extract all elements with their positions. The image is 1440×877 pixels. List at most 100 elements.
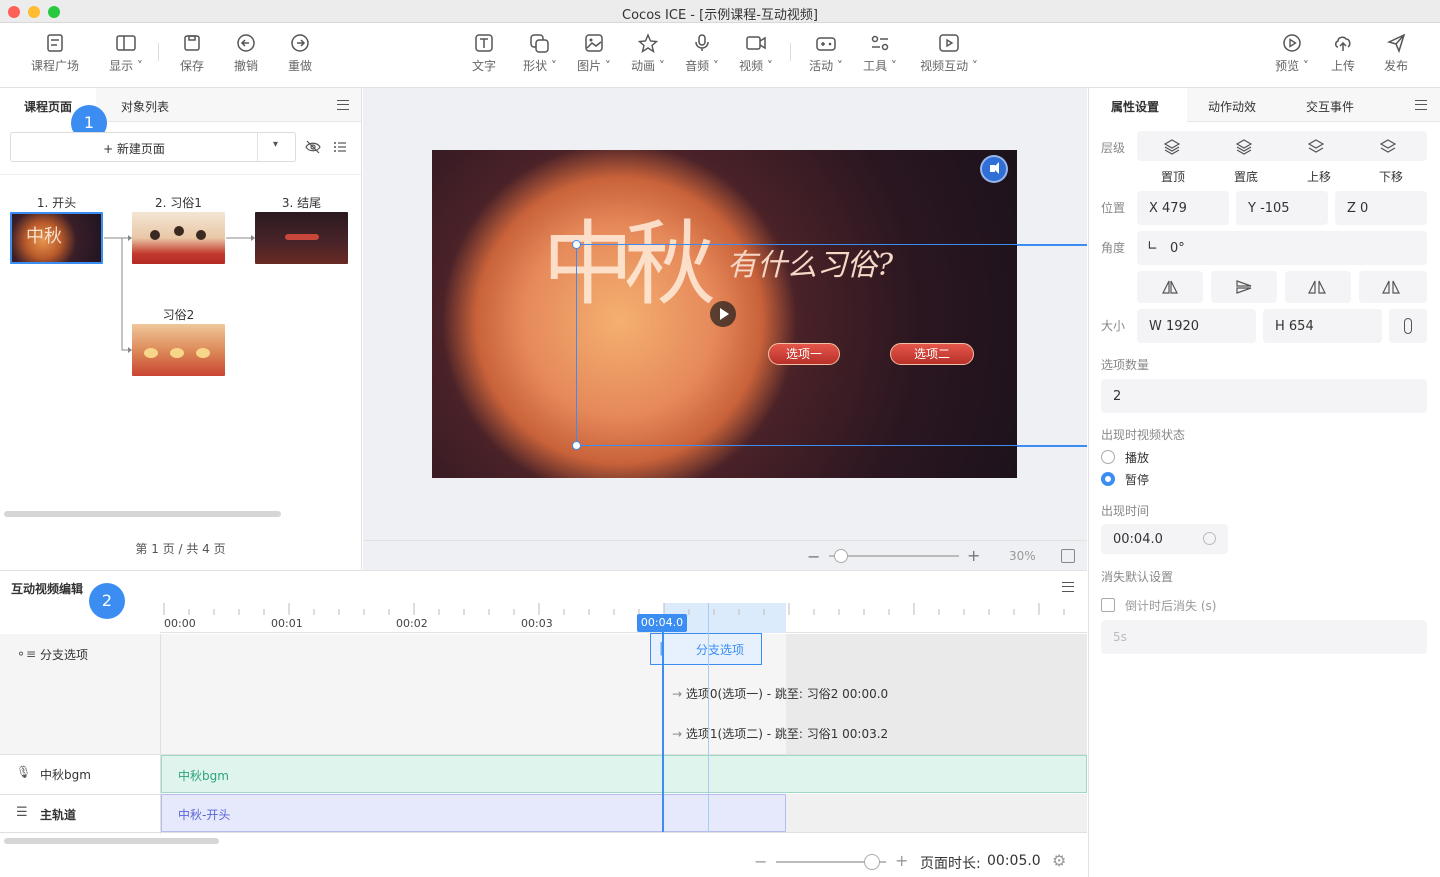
image-button[interactable]: 图片 ˅ xyxy=(564,31,624,74)
video-button[interactable]: 视频 ˅ xyxy=(726,31,786,74)
panel-menu-icon[interactable] xyxy=(337,100,349,110)
branch-item-1[interactable]: → 选项1(选项二) - 跳至: 习俗1 00:03.2 xyxy=(672,725,888,742)
layer-up-icon[interactable] xyxy=(1307,138,1325,159)
save-icon xyxy=(184,35,200,51)
shape-icon xyxy=(530,34,549,53)
branch-item-0[interactable]: → 选项0(选项一) - 跳至: 习俗2 00:00.0 xyxy=(672,685,888,702)
layer-down-icon[interactable] xyxy=(1379,138,1397,159)
left-tabs: 课程页面 对象列表 xyxy=(0,88,361,122)
toolbar: 课程广场 显示 ˅ 保存 撤销 重做 文字 形状 ˅ 图片 ˅ 动画 ˅ 音频 … xyxy=(0,23,1440,88)
timeline-zoom-in-icon[interactable]: + xyxy=(895,851,908,870)
audio-icon xyxy=(695,34,709,51)
panel-menu-icon[interactable] xyxy=(1415,100,1427,110)
playhead-line[interactable] xyxy=(662,626,664,832)
duration-value: 00:05.0 xyxy=(987,853,1041,869)
resize-handle[interactable] xyxy=(572,441,581,450)
tick-label: 00:01 xyxy=(271,617,303,630)
video-icon xyxy=(746,36,766,50)
timeline-scrollbar[interactable] xyxy=(4,838,219,844)
main-clip[interactable]: 中秋-开头 xyxy=(161,794,786,832)
selection-edge xyxy=(1017,244,1087,246)
tab-object-list[interactable]: 对象列表 xyxy=(121,98,169,115)
branch-clip[interactable]: ‖ 分支选项 xyxy=(650,633,762,665)
selection-box[interactable] xyxy=(576,244,1017,446)
option-count-field[interactable]: 2 xyxy=(1101,379,1427,413)
stage-canvas[interactable]: 中秋 有什么习俗? 选项一 选项二 xyxy=(432,150,1017,478)
text-icon xyxy=(475,34,493,52)
zoom-level: 30% xyxy=(1009,549,1036,563)
radio-play[interactable] xyxy=(1101,450,1115,464)
timeline-menu-icon[interactable] xyxy=(1062,582,1074,592)
video-interact-button[interactable]: 视频互动 ˅ xyxy=(914,31,984,74)
range-end-line xyxy=(708,603,709,832)
zoom-in-icon[interactable]: + xyxy=(967,546,980,565)
layer-down-button[interactable]: 下移 xyxy=(1379,168,1403,185)
bgm-clip[interactable]: 中秋bgm xyxy=(161,755,1087,793)
ruler-ticks xyxy=(163,603,1065,615)
volume-icon[interactable] xyxy=(980,155,1008,183)
layer-up-button[interactable]: 上移 xyxy=(1307,168,1331,185)
save-button[interactable]: 保存 xyxy=(162,31,222,74)
chevron-down-icon: ˅ xyxy=(133,59,143,73)
tab-animations[interactable]: 动作动效 xyxy=(1208,98,1256,115)
chevron-down-icon: ˅ xyxy=(547,59,557,73)
course-plaza-button[interactable]: 课程广场 xyxy=(25,31,85,74)
undo-button[interactable]: 撤销 xyxy=(216,31,276,74)
layer-bottom-button[interactable]: 置底 xyxy=(1234,168,1258,185)
countdown-field[interactable]: 5s xyxy=(1101,620,1427,654)
resize-handle[interactable] xyxy=(572,240,581,249)
page-title: 3. 结尾 xyxy=(281,196,322,210)
appear-time-field[interactable]: 00:04.0 xyxy=(1101,524,1228,554)
angle-field[interactable]: ∟ 0° xyxy=(1137,231,1427,265)
activity-button[interactable]: 活动 ˅ xyxy=(796,31,856,74)
tab-properties[interactable]: 属性设置 xyxy=(1111,98,1159,115)
hide-eye-icon[interactable] xyxy=(305,140,321,154)
chevron-down-icon: ˅ xyxy=(655,59,665,73)
layer-top-icon[interactable] xyxy=(1163,138,1181,159)
upload-icon xyxy=(1335,36,1351,51)
display-button[interactable]: 显示 ˅ xyxy=(96,31,156,74)
zoom-out-icon[interactable]: − xyxy=(807,547,820,566)
timeline-zoom-knob[interactable] xyxy=(864,854,880,870)
text-button[interactable]: 文字 xyxy=(454,31,514,74)
layer-top-button[interactable]: 置顶 xyxy=(1161,168,1185,185)
publish-button[interactable]: 发布 xyxy=(1366,31,1426,74)
mirror-left-button[interactable] xyxy=(1285,271,1351,303)
appear-time-label: 出现时间 xyxy=(1101,504,1150,518)
tools-button[interactable]: 工具 ˅ xyxy=(850,31,910,74)
arrow-right-icon: → xyxy=(672,687,686,701)
position-z-field[interactable]: Z 0 xyxy=(1335,191,1427,225)
position-y-field[interactable]: Y -105 xyxy=(1236,191,1328,225)
countdown-checkbox[interactable] xyxy=(1101,598,1115,612)
redo-button[interactable]: 重做 xyxy=(270,31,330,74)
new-page-button[interactable]: + 新建页面 ▾ xyxy=(10,132,296,162)
zoom-slider[interactable] xyxy=(829,555,959,557)
flip-horizontal-button[interactable] xyxy=(1137,271,1203,303)
position-x-field[interactable]: X 479 xyxy=(1137,191,1229,225)
radio-pause[interactable] xyxy=(1101,472,1115,486)
horizontal-scrollbar[interactable] xyxy=(4,511,281,517)
timeline-zoom-out-icon[interactable]: − xyxy=(754,852,767,871)
height-field[interactable]: H 654 xyxy=(1263,309,1382,343)
upload-button[interactable]: 上传 xyxy=(1313,31,1373,74)
zoom-slider-knob[interactable] xyxy=(834,549,848,563)
tab-interactions[interactable]: 交互事件 xyxy=(1306,98,1354,115)
dropdown-arrow-icon[interactable]: ▾ xyxy=(273,139,278,150)
audio-button[interactable]: 音频 ˅ xyxy=(672,31,732,74)
lock-ratio-button[interactable] xyxy=(1389,309,1427,343)
fit-screen-icon[interactable] xyxy=(1061,549,1075,563)
new-page-label: + 新建页面 xyxy=(103,142,165,156)
layer-bottom-icon[interactable] xyxy=(1235,138,1253,159)
mic-icon: 🎙 xyxy=(16,765,32,779)
width-field[interactable]: W 1920 xyxy=(1137,309,1256,343)
tab-course-pages[interactable]: 课程页面 xyxy=(24,98,72,115)
gear-icon[interactable]: ⚙ xyxy=(1052,851,1066,870)
flip-vertical-button[interactable] xyxy=(1211,271,1277,303)
video-interact-icon xyxy=(939,34,959,52)
list-view-icon[interactable] xyxy=(333,140,347,154)
shape-button[interactable]: 形状 ˅ xyxy=(510,31,570,74)
animation-button[interactable]: 动画 ˅ xyxy=(618,31,678,74)
main-track-icon: ☰ xyxy=(16,805,28,820)
mirror-right-button[interactable] xyxy=(1359,271,1427,303)
animation-icon xyxy=(637,33,659,53)
